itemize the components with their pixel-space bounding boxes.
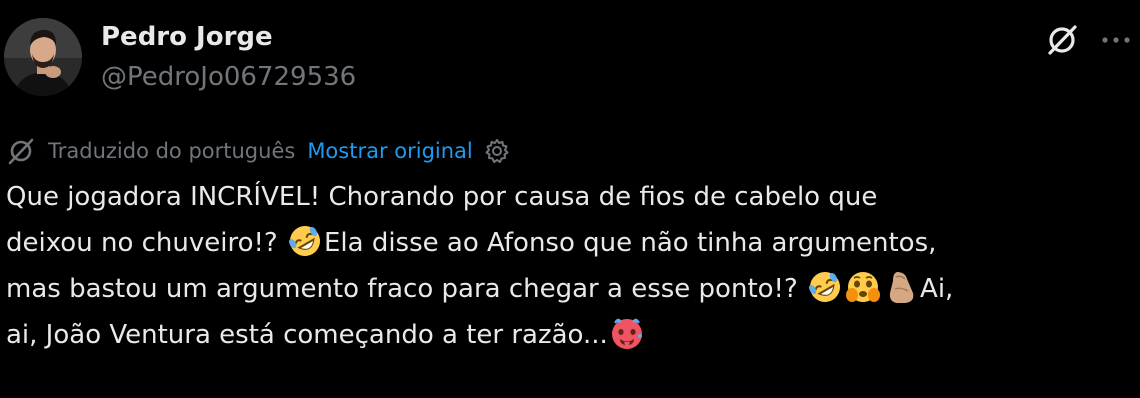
more-options-button[interactable]	[1096, 20, 1136, 60]
tweet-line-2-end: Ela disse ao Afonso que não tinha argume…	[323, 228, 937, 258]
tweet-line-3: mas bastou um argumento fraco para chega…	[6, 266, 1136, 312]
tweet-line-2-start: deixou no chuveiro!?	[6, 228, 286, 258]
avatar[interactable]	[4, 18, 82, 96]
translate-icon	[8, 138, 34, 165]
gear-icon[interactable]	[483, 137, 511, 165]
tweet-line-2: deixou no chuveiro!? Ela disse ao Afonso…	[6, 220, 1136, 266]
show-original-link[interactable]: Mostrar original	[307, 139, 472, 163]
face-holding-back-tears-emoji	[846, 272, 881, 302]
hot-face-emoji	[611, 318, 642, 349]
tweet-text: Que jogadora INCRÍVEL! Chorando por caus…	[6, 174, 1136, 358]
author-display-name[interactable]: Pedro Jorge	[101, 22, 273, 52]
tweet-line-3-end: Ai,	[920, 274, 954, 304]
tweet-line-1: Que jogadora INCRÍVEL! Chorando por caus…	[6, 182, 878, 212]
grok-button[interactable]	[1042, 20, 1082, 60]
profile-photo-icon	[4, 18, 82, 96]
rolling-on-floor-laughing-emoji	[288, 226, 320, 256]
tweet-line-3-start: mas bastou um argumento fraco para chega…	[6, 274, 807, 304]
translated-from-label: Traduzido do português	[48, 139, 296, 163]
grok-icon	[1048, 25, 1077, 55]
pinched-fingers-emoji	[889, 272, 914, 303]
rolling-on-floor-laughing-emoji	[809, 272, 841, 302]
translation-bar: Traduzido do português Mostrar original	[6, 136, 511, 166]
more-options-icon	[1102, 37, 1130, 43]
tweet-line-4: ai, João Ventura está começando a ter ra…	[6, 312, 1136, 358]
author-handle[interactable]: @PedroJo06729536	[101, 62, 356, 92]
tweet-line-4-start: ai, João Ventura está começando a ter ra…	[6, 320, 608, 350]
